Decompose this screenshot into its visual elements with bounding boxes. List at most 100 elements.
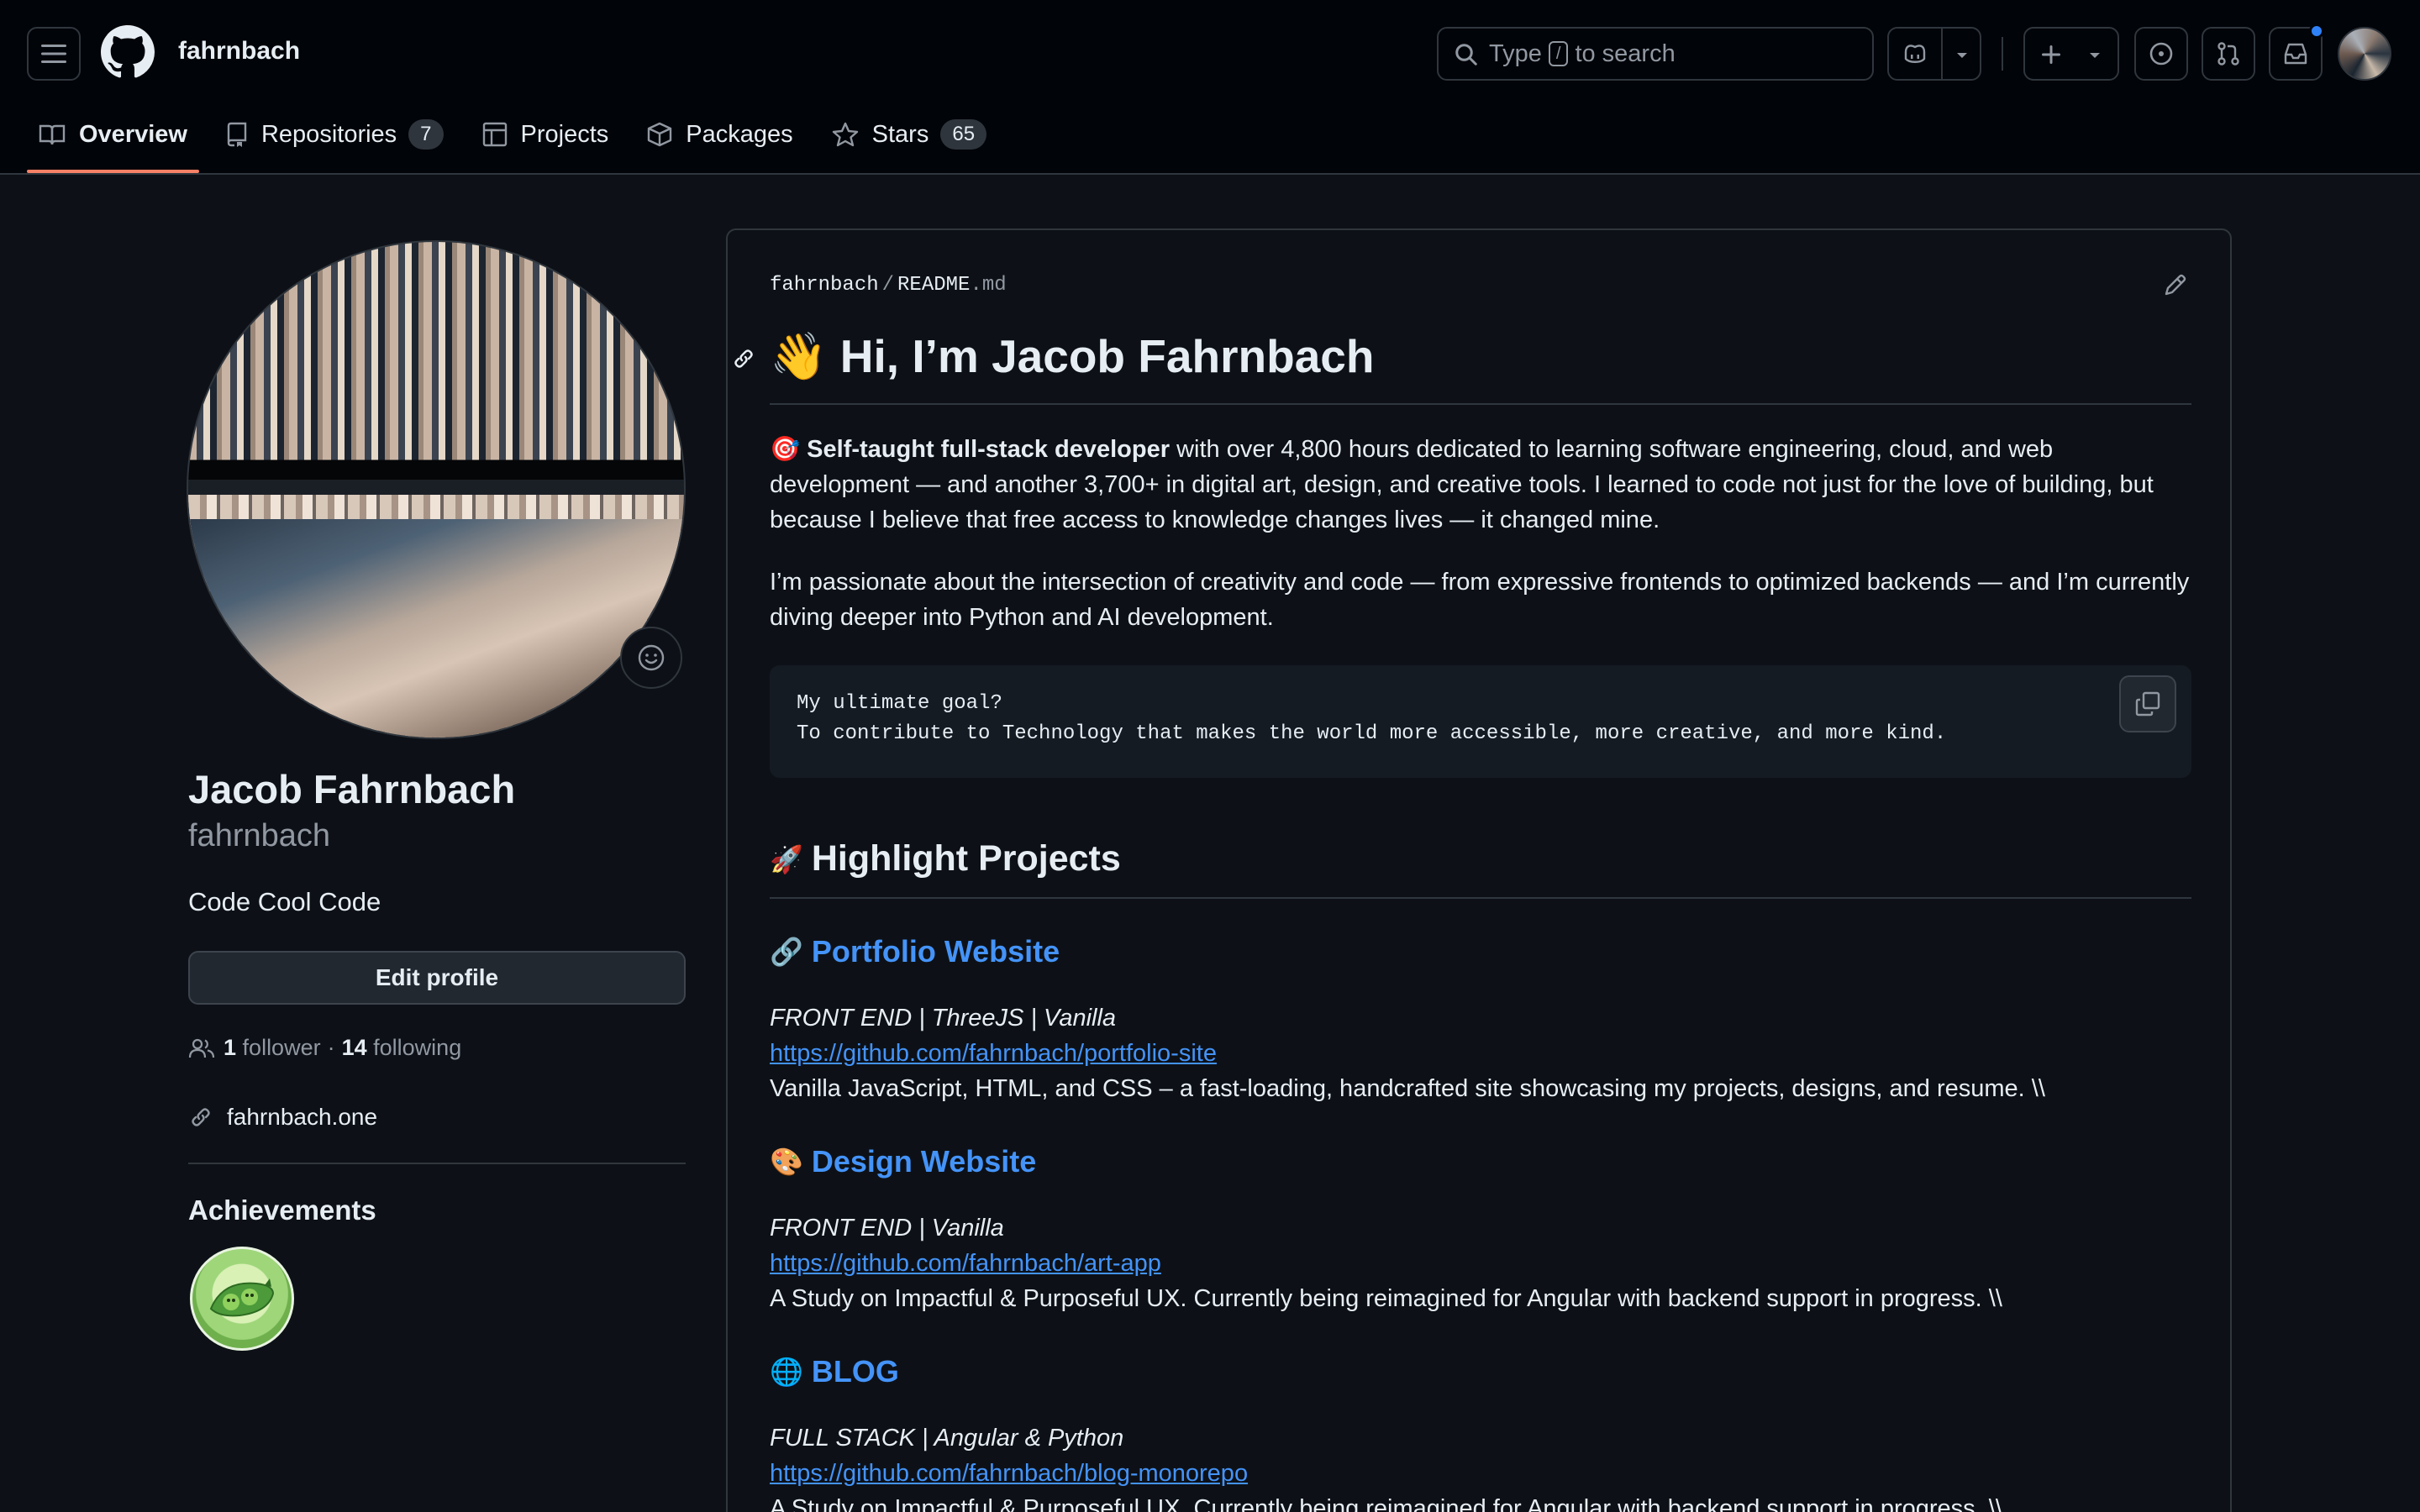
website-link[interactable]: fahrnbach.one [227, 1104, 377, 1131]
project-tech: FRONT END | Vanilla [770, 1215, 1004, 1242]
copilot-split [1941, 29, 1943, 79]
tab-label: Stars [871, 120, 929, 148]
repositories-count: 7 [408, 119, 444, 150]
profile-avatar[interactable] [187, 240, 686, 739]
github-logo-icon[interactable] [101, 25, 155, 79]
profile-bio: Code Cool Code [188, 887, 381, 916]
readme-owner-link[interactable]: fahrnbach [770, 274, 879, 297]
star-icon [832, 122, 858, 147]
search-icon [1455, 44, 1477, 66]
context-username[interactable]: fahrnbach [178, 37, 300, 66]
table-icon [482, 122, 507, 147]
set-status-button[interactable] [620, 627, 682, 689]
copy-button[interactable] [2119, 675, 2176, 732]
tab-projects[interactable]: Projects [469, 111, 623, 158]
intro-bold: Self-taught full-stack developer [807, 436, 1171, 463]
tab-packages[interactable]: Packages [634, 111, 806, 158]
project-tech: FULL STACK | Angular & Python [770, 1425, 1124, 1452]
readme-title: 👋 Hi, I’m Jacob Fahrnbach [770, 329, 1374, 384]
plus-icon [2042, 45, 2060, 64]
heading-rule [770, 897, 2191, 899]
followers-link[interactable]: 1 follower [224, 1035, 321, 1061]
chevron-down-icon [2090, 53, 2100, 58]
website-row: fahrnbach.one [188, 1104, 377, 1131]
issues-button[interactable] [2134, 27, 2188, 81]
project-title[interactable]: 🔗 Portfolio Website [770, 934, 1060, 969]
tab-stars[interactable]: Stars 65 [818, 111, 1000, 158]
following-count: 14 [341, 1035, 367, 1060]
heading-rule [770, 403, 2191, 405]
pea-pod-icon [209, 1278, 275, 1317]
globe-icon: 🌐 [770, 1357, 803, 1387]
project-description: A Study on Impactful & Purposeful UX. Cu… [770, 1285, 2002, 1312]
followers-count: 1 [224, 1035, 237, 1060]
project-tech: FRONT END | ThreeJS | Vanilla [770, 1005, 1117, 1032]
tab-label: Repositories [260, 120, 397, 148]
copilot-button[interactable] [1887, 27, 1981, 81]
search-suffix: to search [1575, 39, 1676, 67]
project-link[interactable]: https://github.com/fahrnbach/art-app [770, 1250, 1161, 1278]
readme-title-text: Hi, I’m Jacob Fahrnbach [839, 330, 1375, 382]
readme-file-extension: .md [970, 274, 1007, 297]
code-line: My ultimate goal? [797, 692, 1002, 715]
pencil-icon[interactable] [2161, 272, 2188, 299]
copy-icon [2135, 691, 2160, 717]
code-block: My ultimate goal? To contribute to Techno… [770, 665, 2191, 778]
project-title-text[interactable]: Design Website [812, 1144, 1036, 1179]
link-icon [192, 1108, 210, 1126]
heading-text: Highlight Projects [811, 838, 1121, 879]
highlight-projects-heading: 🚀 Highlight Projects [770, 838, 1121, 879]
tab-overview[interactable]: Overview [25, 111, 201, 173]
project-title-text[interactable]: BLOG [812, 1354, 899, 1389]
sidebar-divider [188, 1163, 686, 1164]
edit-profile-button[interactable]: Edit profile [188, 951, 686, 1005]
search-shortcut-key: / [1548, 41, 1569, 66]
waving-hand-icon: 👋 [770, 330, 828, 382]
smiley-icon [638, 644, 665, 671]
project-title[interactable]: 🌐 BLOG [770, 1354, 899, 1389]
profile-login: fahrnbach [188, 818, 331, 853]
global-header: fahrnbach Type / to search Overview Repo… [0, 0, 2420, 175]
repo-icon [227, 122, 247, 147]
profile-tabs: Overview Repositories 7 Projects Package… [25, 111, 1012, 175]
tab-label: Packages [686, 120, 793, 148]
rocket-icon: 🚀 [770, 843, 803, 874]
stars-count: 65 [940, 119, 987, 150]
book-icon [39, 124, 66, 145]
link-emoji-icon: 🔗 [770, 937, 803, 967]
follow-stats: 1 follower · 14 following [188, 1035, 461, 1061]
code-line: To contribute to Technology that makes t… [797, 722, 1947, 745]
project-link[interactable]: https://github.com/fahrnbach/blog-monore… [770, 1460, 1248, 1488]
following-label: following [373, 1035, 462, 1060]
notification-indicator [2309, 24, 2324, 39]
separator-dot: · [327, 1035, 335, 1060]
anchor-link-icon[interactable] [731, 346, 756, 371]
passion-paragraph: I’m passionate about the intersection of… [770, 569, 2190, 631]
project-description: Vanilla JavaScript, HTML, and CSS – a fa… [770, 1075, 2045, 1102]
tab-repositories[interactable]: Repositories 7 [213, 111, 457, 158]
avatar-texture [188, 519, 684, 738]
intro-paragraph: 🎯 Self-taught full-stack developer with … [770, 432, 2198, 538]
tab-label: Projects [520, 120, 609, 148]
project-title-text[interactable]: Portfolio Website [812, 934, 1060, 969]
hamburger-icon [41, 45, 66, 63]
issue-icon [2149, 42, 2173, 66]
create-new-button[interactable] [2023, 27, 2119, 81]
user-avatar-menu[interactable] [2338, 27, 2391, 81]
pull-requests-button[interactable] [2202, 27, 2255, 81]
pull-request-icon [2217, 42, 2239, 66]
menu-button[interactable] [27, 27, 81, 81]
project-description: A Study on Impactful & Purposeful UX. Cu… [770, 1495, 2002, 1512]
achievements-heading: Achievements [188, 1194, 376, 1226]
followers-label: follower [242, 1035, 321, 1060]
target-icon: 🎯 [770, 436, 801, 463]
project-link[interactable]: https://github.com/fahrnbach/portfolio-s… [770, 1040, 1217, 1068]
following-link[interactable]: 14 following [342, 1035, 462, 1061]
achievement-badge[interactable] [190, 1247, 294, 1351]
palette-icon: 🎨 [770, 1147, 803, 1177]
tab-label: Overview [79, 120, 187, 148]
project-title[interactable]: 🎨 Design Website [770, 1144, 1036, 1179]
chevron-down-icon[interactable] [1954, 50, 1970, 60]
readme-file-name[interactable]: README [897, 274, 970, 297]
search-input[interactable]: Type / to search [1437, 27, 1874, 81]
